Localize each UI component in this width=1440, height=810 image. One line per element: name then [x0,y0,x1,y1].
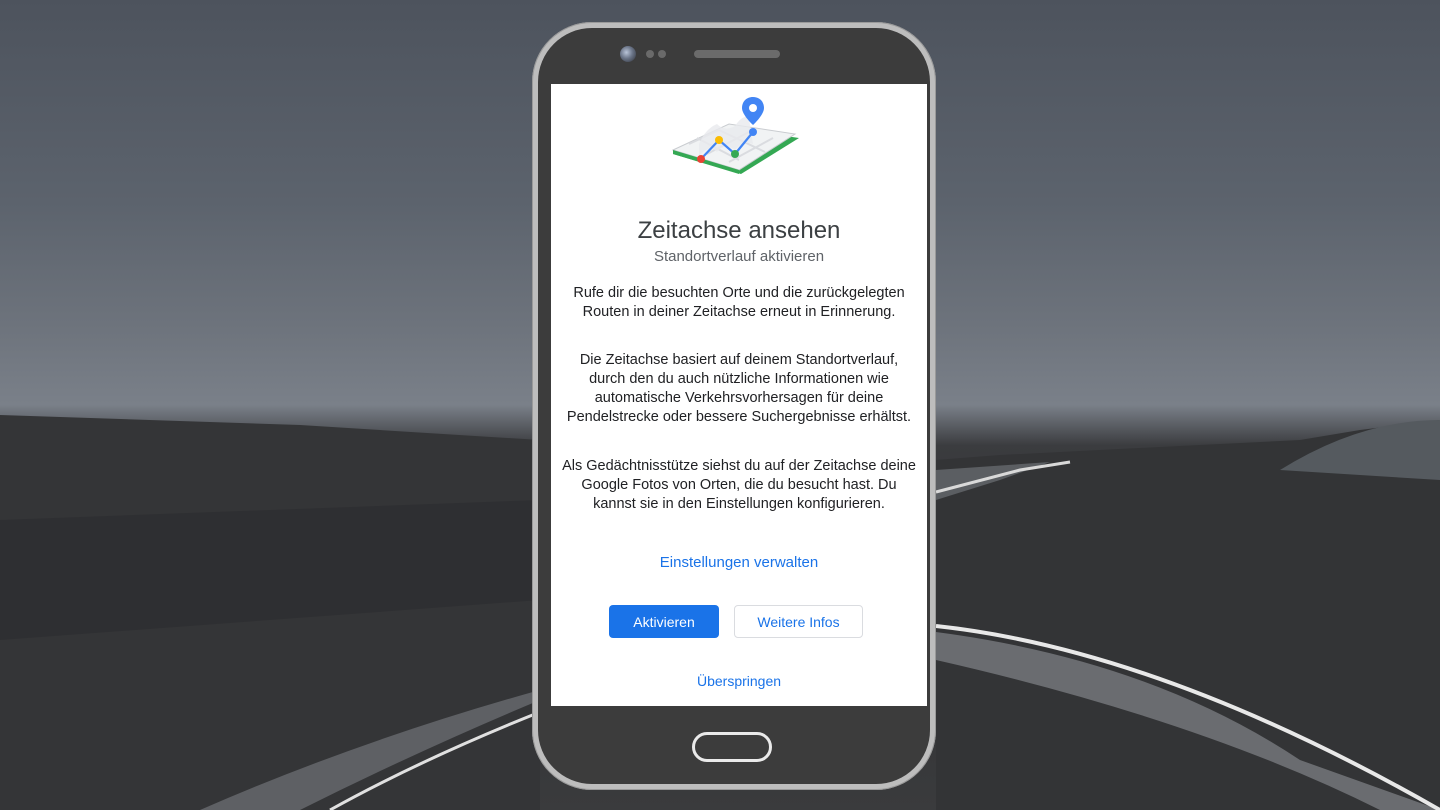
skip-link[interactable]: Überspringen [551,673,927,689]
description-paragraph: Als Gedächtnisstütze siehst du auf der Z… [562,458,916,512]
front-camera [620,46,636,62]
timeline-onboarding-screen: Zeitachse ansehen Standortverlauf aktivi… [551,84,927,706]
sensor-dot [658,50,666,58]
activate-button[interactable]: Aktivieren [609,605,719,638]
more-info-button[interactable]: Weitere Infos [734,605,863,638]
page-title: Zeitachse ansehen [637,217,841,244]
home-button[interactable] [692,732,772,762]
manage-settings-link[interactable]: Einstellungen verwalten [551,554,927,571]
page-subtitle: Standortverlauf aktivieren [653,248,825,265]
description-paragraph: Die Zeitachse basiert auf deinem Standor… [566,352,912,425]
description-paragraph: Rufe dir die besuchten Orte und die zurü… [573,285,905,320]
sensor-dot [646,50,654,58]
timeline-map-icon [669,94,803,194]
earpiece-speaker [694,50,780,58]
